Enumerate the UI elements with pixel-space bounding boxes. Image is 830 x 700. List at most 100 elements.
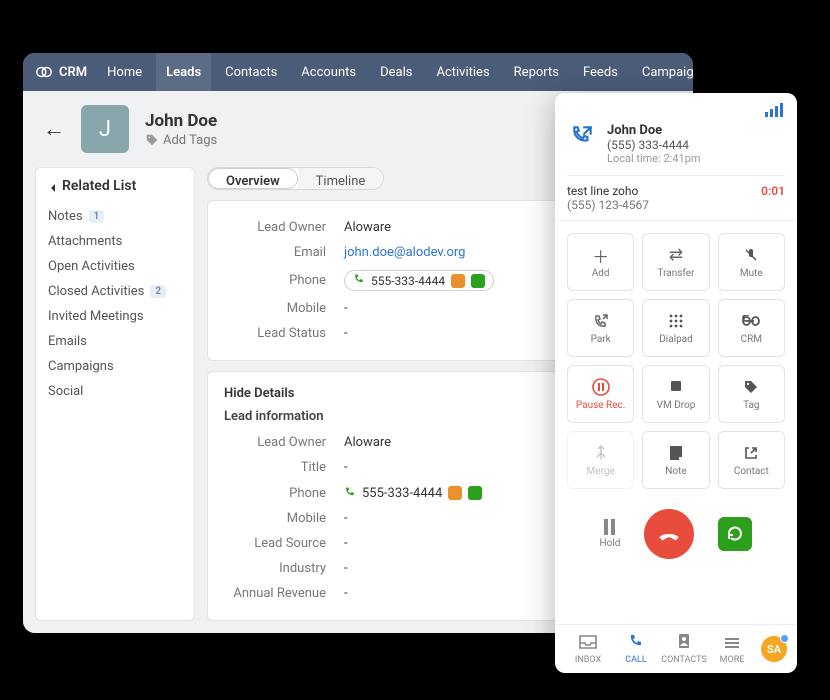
hangup-button[interactable] <box>644 509 694 559</box>
caller-phone: (555) 333-4444 <box>607 138 701 152</box>
footer-tab-call[interactable]: CALL <box>613 633 659 665</box>
closed-count-badge: 2 <box>150 285 166 298</box>
footer-tab-more[interactable]: MORE <box>709 634 755 665</box>
phone-icon <box>353 273 365 288</box>
pause-rec-button[interactable]: Pause Rec. <box>567 365 634 423</box>
value-phone: 555-333-4444 <box>344 270 494 291</box>
chevron-left-icon[interactable] <box>48 181 58 191</box>
contacts-icon <box>677 633 691 653</box>
label-mobile: Mobile <box>224 301 344 316</box>
merge-icon <box>593 443 609 463</box>
sidebar-item-campaigns[interactable]: Campaigns <box>48 354 182 379</box>
crm-brand-text: CRM <box>59 65 87 80</box>
label-lead-owner: Lead Owner <box>224 220 344 235</box>
phone-icon <box>344 486 356 501</box>
sidebar-title-text: Related List <box>62 178 136 194</box>
crm-logo-icon <box>35 63 53 81</box>
nav-home[interactable]: Home <box>97 53 152 91</box>
nav-campaigns[interactable]: Campaigns <box>632 53 693 91</box>
label-phone: Phone <box>224 273 344 288</box>
notes-count-badge: 1 <box>89 210 105 223</box>
agent-avatar[interactable]: SA <box>761 636 787 662</box>
nav-deals[interactable]: Deals <box>370 53 422 91</box>
sidebar-item-invited[interactable]: Invited Meetings <box>48 304 182 329</box>
mute-button[interactable]: Mute <box>718 233 785 291</box>
signal-strength-icon <box>567 103 785 117</box>
nav-leads[interactable]: Leads <box>156 53 211 91</box>
caller-local-time: Local time: 2:41pm <box>607 152 701 165</box>
note-icon <box>669 443 683 463</box>
phone-badge-orange <box>448 486 462 500</box>
phone-pill[interactable]: 555-333-4444 <box>344 270 494 291</box>
lead-name: John Doe <box>145 111 217 131</box>
sidebar-item-attachments[interactable]: Attachments <box>48 229 182 254</box>
nav-feeds[interactable]: Feeds <box>573 53 628 91</box>
back-arrow-icon[interactable]: ← <box>43 116 65 142</box>
phone-badge-green <box>471 274 485 288</box>
sidebar-item-notes[interactable]: Notes 1 <box>48 204 182 229</box>
dialpad-button[interactable]: Dialpad <box>642 299 709 357</box>
phone-badge-orange <box>451 274 465 288</box>
add-tags-label: Add Tags <box>163 133 217 148</box>
line-phone: (555) 123-4567 <box>567 198 649 212</box>
add-button[interactable]: ＋Add <box>567 233 634 291</box>
transfer-button[interactable]: ⇄Transfer <box>642 233 709 291</box>
footer-tab-inbox[interactable]: INBOX <box>565 634 611 665</box>
details-phone-value: 555-333-4444 <box>344 486 482 501</box>
tag-button[interactable]: Tag <box>718 365 785 423</box>
tab-overview[interactable]: Overview <box>208 168 298 189</box>
sidebar-item-closed-activities[interactable]: Closed Activities 2 <box>48 279 182 304</box>
transfer-icon: ⇄ <box>669 245 683 265</box>
inbox-icon <box>579 634 597 653</box>
dialer-panel: John Doe (555) 333-4444 Local time: 2:41… <box>555 93 797 673</box>
hangup-icon <box>656 521 682 547</box>
phone-badge-green <box>468 486 482 500</box>
merge-button[interactable]: Merge <box>567 431 634 489</box>
caller-name: John Doe <box>607 123 701 138</box>
mute-icon <box>743 245 759 265</box>
crm-button[interactable]: CRM <box>718 299 785 357</box>
dialer-footer: INBOX CALL CONTACTS MORE SA <box>555 624 797 673</box>
line-name: test line zoho <box>567 184 649 198</box>
tabs-pill: Overview Timeline <box>207 167 384 190</box>
park-icon <box>593 311 609 331</box>
crm-top-nav: CRM Home Leads Contacts Accounts Deals A… <box>23 53 693 91</box>
nav-activities[interactable]: Activities <box>426 53 499 91</box>
nav-reports[interactable]: Reports <box>504 53 569 91</box>
open-external-icon <box>744 443 758 463</box>
tag-icon <box>145 133 159 147</box>
line-row: test line zoho (555) 123-4567 0:01 <box>567 176 785 212</box>
nav-accounts[interactable]: Accounts <box>291 53 366 91</box>
add-tags-button[interactable]: Add Tags <box>145 133 217 148</box>
sidebar-title: Related List <box>48 178 182 194</box>
call-actions: Hold <box>555 501 797 573</box>
sidebar-item-open-activities[interactable]: Open Activities <box>48 254 182 279</box>
outgoing-call-icon <box>567 123 597 165</box>
value-mobile: - <box>344 301 348 316</box>
note-button[interactable]: Note <box>642 431 709 489</box>
plus-icon: ＋ <box>592 245 609 265</box>
sidebar-item-emails[interactable]: Emails <box>48 329 182 354</box>
dialer-button-grid: ＋Add ⇄Transfer Mute Park Dialpad CRM Pau… <box>555 221 797 501</box>
voicemail-icon <box>668 377 684 397</box>
value-email[interactable]: john.doe@alodev.org <box>344 245 465 260</box>
value-status: - <box>344 326 348 341</box>
crm-logo: CRM <box>35 63 93 81</box>
sidebar-item-social[interactable]: Social <box>48 379 182 404</box>
dialer-header: John Doe (555) 333-4444 Local time: 2:41… <box>555 93 797 221</box>
tab-timeline[interactable]: Timeline <box>298 168 384 189</box>
park-button[interactable]: Park <box>567 299 634 357</box>
footer-tab-contacts[interactable]: CONTACTS <box>661 633 707 665</box>
hold-button[interactable]: Hold <box>600 519 621 549</box>
tag-icon <box>743 377 759 397</box>
link-icon <box>742 311 760 331</box>
menu-icon <box>724 634 740 653</box>
vm-drop-button[interactable]: VM Drop <box>642 365 709 423</box>
phone-icon <box>628 633 644 653</box>
contact-button[interactable]: Contact <box>718 431 785 489</box>
refresh-button[interactable] <box>718 517 752 551</box>
label-status: Lead Status <box>224 326 344 341</box>
nav-contacts[interactable]: Contacts <box>215 53 287 91</box>
pause-icon <box>604 519 615 535</box>
pause-rec-icon <box>592 377 610 397</box>
